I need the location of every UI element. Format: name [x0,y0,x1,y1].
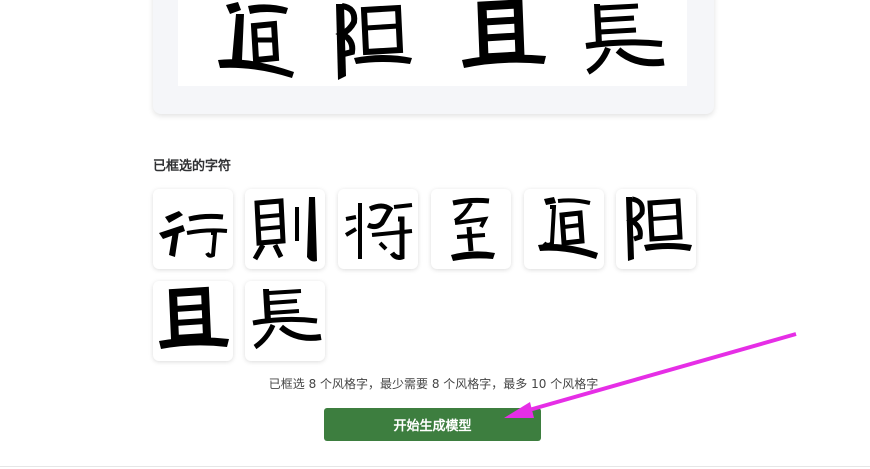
char-glyph-dun [538,197,598,259]
char-glyph-xing [159,211,228,258]
char-glyph-qie [159,286,229,349]
char-glyph-zu [626,196,692,261]
selected-char-tile-7[interactable] [153,281,233,361]
char-glyph-chang [252,289,322,350]
page: 已框选的字符 已框选 8 个风格字，最少需要 8 个风格字，最多 10 个风格字… [0,0,870,469]
selected-char-tile-5[interactable] [524,189,604,269]
bottom-divider [0,466,870,467]
char-glyph-zhi [451,197,495,261]
preview-glyph-2 [335,3,412,80]
preview-image [178,0,687,86]
selected-characters-title: 已框选的字符 [153,159,232,174]
char-glyph-ze [252,197,317,262]
preview-glyph-4 [585,3,665,75]
selection-count-hint: 已框选 8 个风格字，最少需要 8 个风格字，最多 10 个风格字 [268,377,599,391]
preview-glyph-3 [462,0,546,68]
selected-char-tile-6[interactable] [616,189,696,269]
selected-char-tile-1[interactable] [153,189,233,269]
char-glyph-jiang [344,203,413,260]
selected-char-tile-2[interactable] [245,189,325,269]
preview-glyph-1 [218,2,294,78]
start-generate-model-button[interactable]: 开始生成模型 [324,408,541,441]
selected-char-tile-4[interactable] [431,189,511,269]
preview-card [153,0,714,114]
selected-char-tile-8[interactable] [245,281,325,361]
selected-char-tile-3[interactable] [338,189,418,269]
